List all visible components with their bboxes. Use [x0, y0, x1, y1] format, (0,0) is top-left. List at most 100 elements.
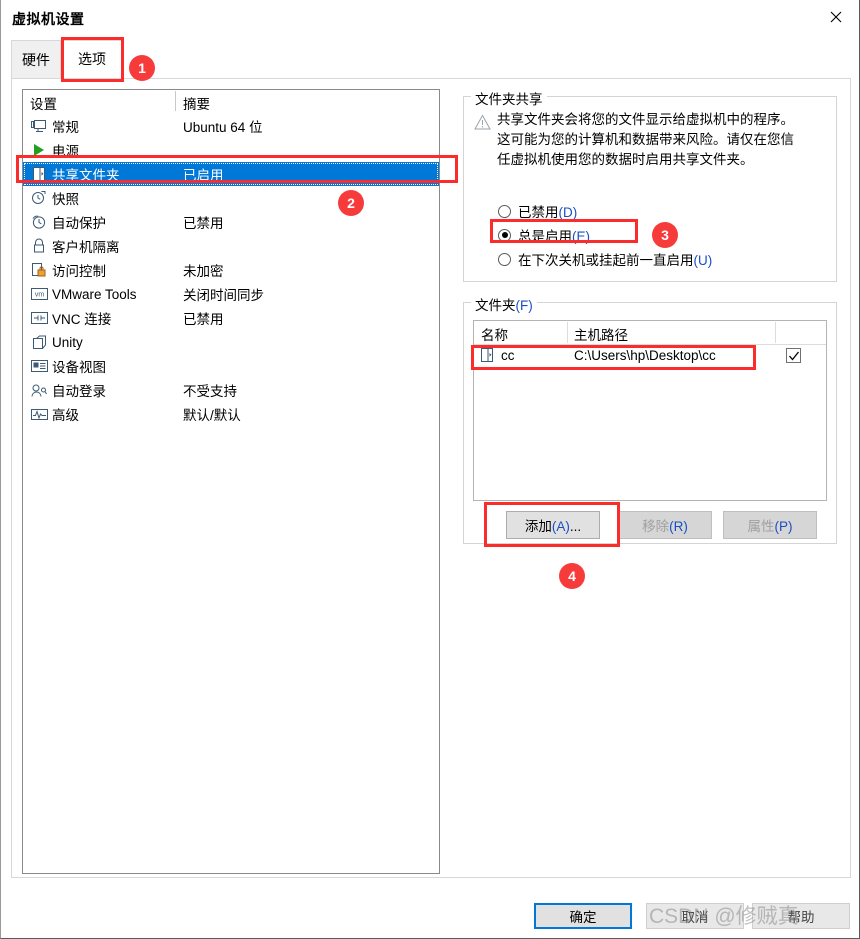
settings-row-label: 共享文件夹	[52, 168, 120, 183]
folder-host-path: C:\Users\hp\Desktop\cc	[574, 348, 716, 363]
advanced-icon	[30, 405, 48, 423]
ok-label: 确定	[569, 910, 597, 925]
settings-row-autoprotect[interactable]: 自动保护 已禁用	[23, 210, 439, 234]
close-icon[interactable]	[813, 0, 859, 33]
settings-row-label: 自动保护	[52, 216, 106, 231]
settings-row-summary: 已启用	[183, 168, 224, 183]
column-header-setting: 设置	[30, 97, 57, 112]
access-key: (E)	[572, 229, 590, 244]
settings-row-summary: 已禁用	[183, 312, 224, 327]
settings-row-guest-isolation[interactable]: 客户机隔离	[23, 234, 439, 258]
access-key: (A)	[551, 519, 570, 534]
column-divider	[775, 322, 776, 343]
virtual-machine-settings-dialog: 虚拟机设置 硬件 选项 设置 摘要 常规 Ubuntu 64 位 电源 共享文件…	[0, 0, 860, 939]
tab-hardware-label: 硬件	[22, 51, 50, 68]
tab-options-label: 选项	[78, 51, 106, 67]
settings-list-header: 设置 摘要	[23, 90, 439, 112]
tab-options[interactable]: 选项	[61, 40, 123, 78]
settings-row-label: VMware Tools	[52, 286, 137, 302]
settings-row-vmware-tools[interactable]: vm VMware Tools 关闭时间同步	[23, 282, 439, 306]
folders-column-path: 主机路径	[574, 328, 628, 343]
settings-row-shared-folders[interactable]: 共享文件夹 已启用	[23, 162, 439, 186]
ok-button[interactable]: 确定	[534, 903, 632, 929]
settings-row-unity[interactable]: Unity	[23, 330, 439, 354]
window-title: 虚拟机设置	[12, 11, 85, 27]
access-key: (F)	[515, 298, 533, 313]
settings-row-auto-login[interactable]: 自动登录 不受支持	[23, 378, 439, 402]
tab-hardware[interactable]: 硬件	[11, 40, 61, 78]
settings-row-vnc[interactable]: VNC 连接 已禁用	[23, 306, 439, 330]
folder-properties-button[interactable]: 属性(P)	[723, 511, 817, 539]
folders-table-header: 名称 主机路径	[474, 321, 826, 345]
radio-label: 在下次关机或挂起前一直启用(U)	[518, 253, 713, 268]
settings-list[interactable]: 设置 摘要 常规 Ubuntu 64 位 电源 共享文件夹 已启用 快照 自动保…	[22, 89, 440, 874]
title-bar: 虚拟机设置	[1, 0, 859, 36]
settings-row-summary: Ubuntu 64 位	[183, 120, 263, 135]
settings-row-label: 常规	[52, 120, 79, 135]
settings-row-power[interactable]: 电源	[23, 138, 439, 162]
unity-icon	[30, 333, 48, 351]
radio-mark	[498, 252, 511, 266]
settings-row-summary: 默认/默认	[183, 408, 241, 423]
folder-name: cc	[501, 348, 515, 363]
table-row[interactable]: cc C:\Users\hp\Desktop\cc	[474, 344, 826, 368]
column-divider	[567, 322, 568, 343]
auto-login-icon	[30, 381, 48, 399]
shared-folder-icon	[480, 347, 497, 364]
snapshot-icon	[30, 189, 48, 207]
folders-table[interactable]: 名称 主机路径 cc C:\Users\hp\Desktop\cc	[473, 320, 827, 501]
settings-row-label: Unity	[52, 334, 83, 350]
radio-label: 总是启用(E)	[518, 229, 590, 244]
folders-group-title: 文件夹(F)	[471, 294, 537, 314]
radio-label: 已禁用(D)	[518, 205, 578, 220]
play-icon	[30, 141, 48, 159]
device-view-icon	[30, 357, 48, 375]
folders-column-name: 名称	[481, 328, 508, 343]
access-control-icon	[30, 261, 48, 279]
help-button[interactable]: 帮助	[752, 903, 850, 929]
folder-enabled-checkbox[interactable]	[786, 348, 801, 363]
shared-folder-icon	[30, 165, 48, 183]
folder-sharing-warning-text: 共享文件夹会将您的文件显示给虚拟机中的程序。这可能为您的计算机和数据带来风险。请…	[497, 112, 794, 167]
remove-folder-label: 移除(R)	[642, 519, 688, 534]
vnc-icon	[30, 309, 48, 327]
settings-row-access-control[interactable]: 访问控制 未加密	[23, 258, 439, 282]
radio-until-next-shutdown[interactable]: 在下次关机或挂起前一直启用(U)	[498, 248, 712, 270]
settings-row-label: 高级	[52, 408, 79, 423]
settings-row-summary: 未加密	[183, 264, 224, 279]
svg-text:vm: vm	[34, 292, 44, 299]
column-divider	[175, 91, 176, 111]
cancel-label: 取消	[681, 910, 709, 925]
settings-row-label: 电源	[52, 144, 79, 159]
vmware-tools-icon: vm	[30, 285, 48, 303]
folder-sharing-group-title: 文件夹共享	[471, 88, 547, 108]
settings-row-label: VNC 连接	[52, 312, 112, 327]
access-key: (P)	[774, 519, 793, 534]
access-key: (U)	[693, 253, 713, 268]
radio-disabled[interactable]: 已禁用(D)	[498, 200, 577, 222]
settings-row-label: 自动登录	[52, 384, 106, 399]
settings-row-label: 快照	[52, 192, 79, 207]
folder-sharing-group: 文件夹共享 共享文件夹会将您的文件显示给虚拟机中的程序。这可能为您的计算机和数据…	[463, 88, 837, 282]
remove-folder-button[interactable]: 移除(R)	[618, 511, 712, 539]
cancel-button[interactable]: 取消	[646, 903, 744, 929]
warning-icon	[474, 114, 491, 131]
radio-mark	[498, 204, 511, 218]
radio-always-enabled[interactable]: 总是启用(E)	[498, 224, 590, 246]
settings-row-device-view[interactable]: 设备视图	[23, 354, 439, 378]
add-folder-label: 添加(A)...	[524, 519, 582, 534]
settings-row-advanced[interactable]: 高级 默认/默认	[23, 402, 439, 426]
access-key: (R)	[669, 519, 688, 534]
settings-row-general[interactable]: 常规 Ubuntu 64 位	[23, 114, 439, 138]
column-header-summary: 摘要	[183, 97, 210, 112]
help-label: 帮助	[787, 910, 815, 925]
lock-icon	[30, 237, 48, 255]
monitor-icon	[30, 117, 48, 135]
settings-row-label: 设备视图	[52, 360, 106, 375]
settings-row-summary: 关闭时间同步	[183, 288, 264, 303]
add-folder-button[interactable]: 添加(A)...	[506, 511, 600, 539]
settings-row-snapshot[interactable]: 快照	[23, 186, 439, 210]
settings-row-summary: 已禁用	[183, 216, 224, 231]
access-key: (D)	[558, 205, 578, 220]
settings-row-summary: 不受支持	[183, 384, 237, 399]
